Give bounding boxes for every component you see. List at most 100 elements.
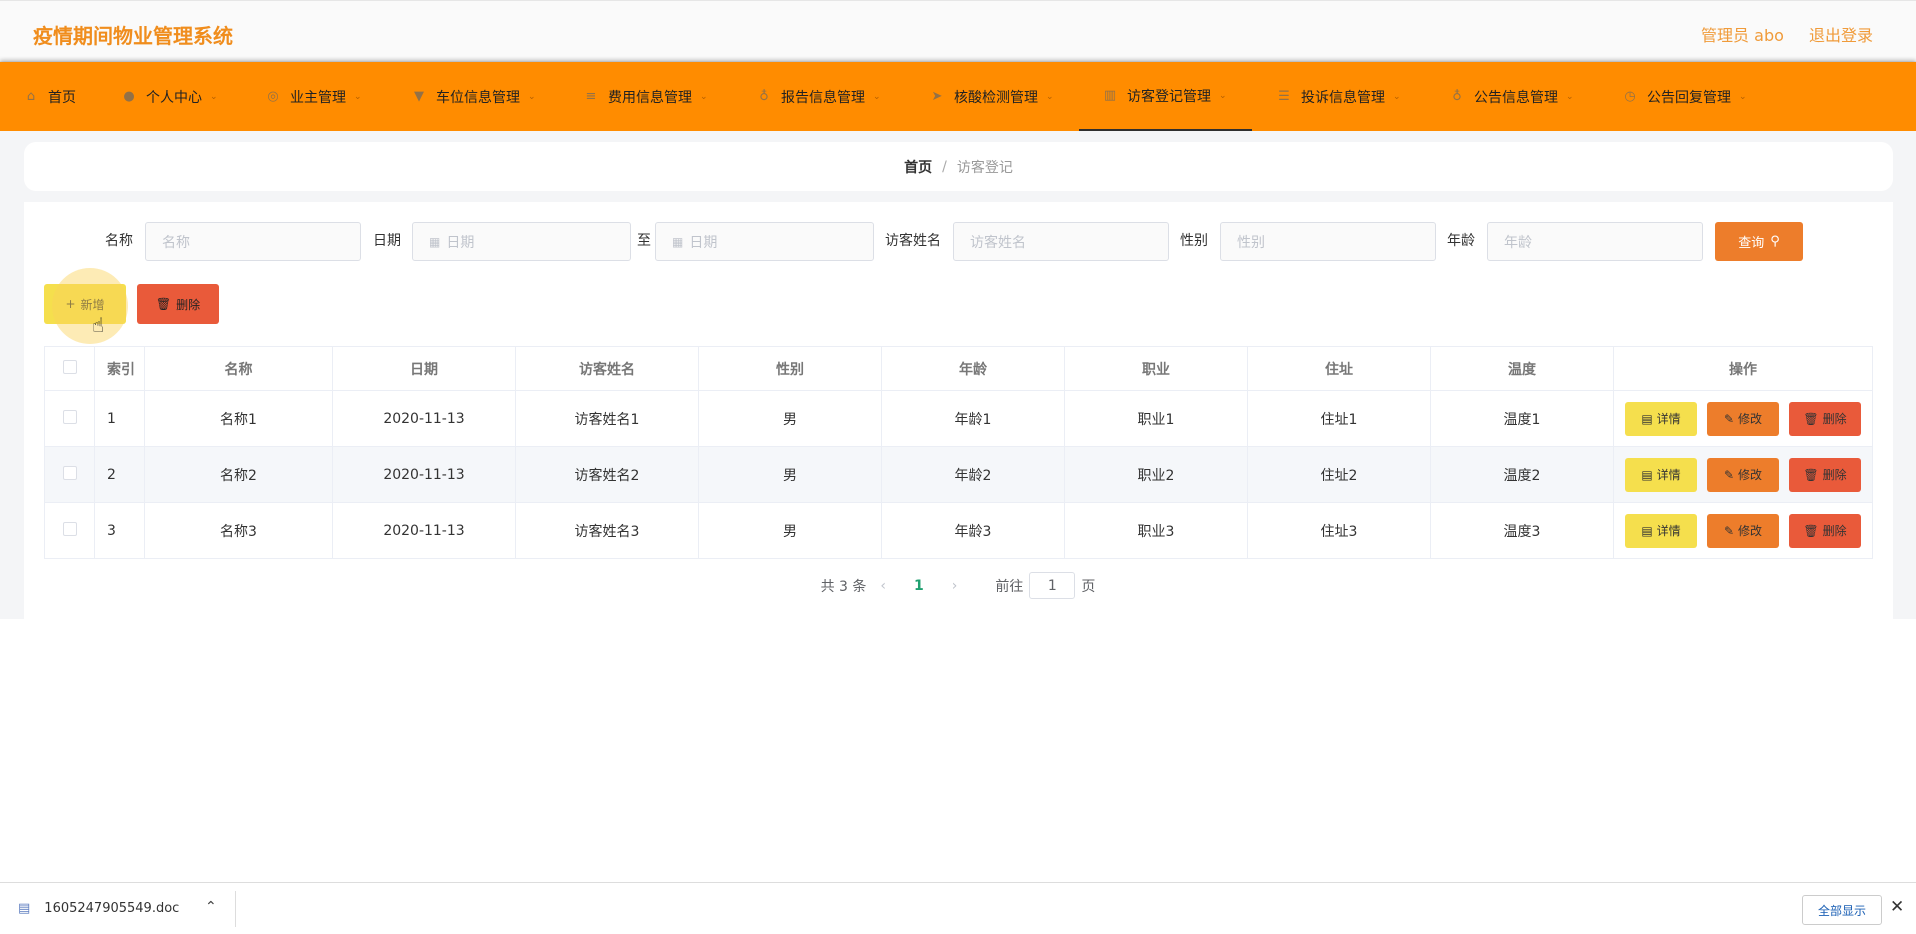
query-button[interactable]: 查询 ⚲ bbox=[1715, 222, 1803, 261]
nav-label: 费用信息管理 bbox=[608, 89, 692, 106]
trash-icon: 🗑 bbox=[1803, 467, 1819, 482]
visitor-input[interactable]: 访客姓名 bbox=[953, 222, 1169, 261]
logout-link[interactable]: 退出登录 bbox=[1809, 26, 1873, 45]
name-input[interactable]: 名称 bbox=[145, 222, 361, 261]
cell: 住址3 bbox=[1247, 502, 1431, 559]
detail-button[interactable]: ▤ 详情 bbox=[1625, 457, 1697, 492]
cell: 年龄3 bbox=[881, 502, 1065, 559]
visitor-placeholder: 访客姓名 bbox=[970, 234, 1026, 251]
app-title: 疫情期间物业管理系统 bbox=[33, 24, 233, 48]
prev-page-icon[interactable]: ‹ bbox=[880, 578, 886, 594]
close-icon[interactable]: ✕ bbox=[1890, 897, 1904, 917]
clock-icon: ◷ bbox=[1624, 89, 1636, 104]
cell: 职业1 bbox=[1064, 390, 1248, 447]
detail-label: 详情 bbox=[1656, 524, 1681, 538]
nav-label: 个人中心 bbox=[146, 89, 202, 106]
cell: 温度3 bbox=[1430, 502, 1614, 559]
row-checkbox[interactable] bbox=[62, 521, 77, 536]
cell: 访客姓名2 bbox=[515, 446, 699, 503]
nav-label: 业主管理 bbox=[290, 89, 346, 106]
chevron-down-icon: ⌄ bbox=[700, 91, 708, 102]
nav-item-notices[interactable]: ♁ 公告信息管理 ⌄ bbox=[1450, 62, 1573, 131]
menu-icon: ≡ bbox=[585, 89, 597, 104]
detail-button[interactable]: ▤ 详情 bbox=[1625, 401, 1697, 436]
nav-item-visitors[interactable]: ▥ 访客登记管理 ⌄ bbox=[1079, 62, 1252, 131]
select-all-checkbox[interactable] bbox=[62, 359, 77, 374]
bulk-delete-button[interactable]: 🗑 删除 bbox=[137, 284, 219, 324]
edit-button[interactable]: ✎ 修改 bbox=[1707, 401, 1779, 436]
download-bar: ▤ 1605247905549.doc ⌃ 全部显示 ✕ bbox=[0, 882, 1916, 934]
col-header: 索引 bbox=[94, 346, 145, 391]
cell: 名称2 bbox=[144, 446, 333, 503]
nav-item-home[interactable]: ⌂ 首页 bbox=[24, 62, 76, 131]
ops-cell: ▤ 详情 ✎ 修改 🗑 删除 bbox=[1613, 390, 1873, 447]
cell: 年龄1 bbox=[881, 390, 1065, 447]
breadcrumb-current: 访客登记 bbox=[956, 159, 1013, 176]
admin-label: 管理员 abo bbox=[1701, 26, 1784, 45]
detail-label: 详情 bbox=[1656, 468, 1681, 482]
cell: 2020-11-13 bbox=[332, 446, 516, 503]
hand-cursor-icon: ☝ bbox=[92, 313, 105, 337]
page-unit-label: 页 bbox=[1081, 578, 1096, 595]
nav-item-fees[interactable]: ≡ 费用信息管理 ⌄ bbox=[584, 62, 708, 131]
row-checkbox[interactable] bbox=[62, 465, 77, 480]
download-item[interactable]: ▤ 1605247905549.doc bbox=[18, 901, 179, 916]
nav-label: 公告信息管理 bbox=[1474, 89, 1558, 106]
delete-button[interactable]: 🗑 删除 bbox=[1789, 457, 1861, 492]
trash-icon: 🗑 bbox=[1803, 411, 1819, 426]
cell: 访客姓名3 bbox=[515, 502, 699, 559]
pencil-icon: ✎ bbox=[1723, 523, 1735, 538]
row-select-cell bbox=[44, 446, 95, 503]
edit-label: 修改 bbox=[1738, 412, 1763, 426]
visitor-label: 访客姓名 bbox=[885, 233, 941, 249]
edit-label: 修改 bbox=[1738, 524, 1763, 538]
age-input[interactable]: 年龄 bbox=[1487, 222, 1703, 261]
click-ripple bbox=[52, 268, 128, 344]
query-label: 查询 bbox=[1738, 236, 1765, 251]
cell: 职业3 bbox=[1064, 502, 1248, 559]
nav-item-reports[interactable]: ♁ 报告信息管理 ⌄ bbox=[757, 62, 880, 131]
edit-button[interactable]: ✎ 修改 bbox=[1707, 457, 1779, 492]
nav-item-replies[interactable]: ◷ 公告回复管理 ⌄ bbox=[1623, 62, 1747, 131]
detail-button[interactable]: ▤ 详情 bbox=[1625, 513, 1697, 548]
row-checkbox[interactable] bbox=[62, 409, 77, 424]
cell: 温度2 bbox=[1430, 446, 1614, 503]
chevron-down-icon: ⌄ bbox=[1393, 91, 1401, 102]
date-to-input[interactable]: ▦ 日期 bbox=[655, 222, 874, 261]
next-page-icon[interactable]: › bbox=[952, 578, 958, 594]
nav-item-nucleic[interactable]: ➤ 核酸检测管理 ⌄ bbox=[930, 62, 1054, 131]
show-all-button[interactable]: 全部显示 bbox=[1802, 895, 1882, 925]
chevron-down-icon: ⌄ bbox=[354, 91, 362, 102]
nav-item-profile[interactable]: ● 个人中心 ⌄ bbox=[122, 62, 217, 131]
page-jump-input[interactable]: 1 bbox=[1029, 572, 1076, 599]
chevron-down-icon: ⌄ bbox=[1739, 91, 1747, 102]
chevron-down-icon: ⌄ bbox=[1219, 90, 1227, 101]
cell: 名称1 bbox=[144, 390, 333, 447]
nav-item-parking[interactable]: ▼ 车位信息管理 ⌄ bbox=[412, 62, 536, 131]
calendar-icon: ▦ bbox=[429, 234, 441, 249]
visitor-table: 索引 名称 日期 访客姓名 性别 年龄 职业 住址 温度 操作 1 名称1 20… bbox=[44, 346, 1873, 559]
cell: 2020-11-13 bbox=[332, 390, 516, 447]
gender-input[interactable]: 性别 bbox=[1220, 222, 1436, 261]
pencil-icon: ✎ bbox=[1723, 411, 1735, 426]
nav-label: 首页 bbox=[48, 89, 76, 106]
calendar-icon: ▦ bbox=[672, 234, 684, 249]
document-icon: ▤ bbox=[1641, 467, 1653, 482]
row-select-cell bbox=[44, 390, 95, 447]
nav-label: 公告回复管理 bbox=[1647, 89, 1731, 106]
delete-button[interactable]: 🗑 删除 bbox=[1789, 401, 1861, 436]
edit-button[interactable]: ✎ 修改 bbox=[1707, 513, 1779, 548]
col-header: 性别 bbox=[698, 346, 882, 391]
col-header: 住址 bbox=[1247, 346, 1431, 391]
delete-button[interactable]: 🗑 删除 bbox=[1789, 513, 1861, 548]
nav-item-owners[interactable]: ◎ 业主管理 ⌄ bbox=[266, 62, 362, 131]
nav-item-complaints[interactable]: ☰ 投诉信息管理 ⌄ bbox=[1277, 62, 1401, 131]
cell: 职业2 bbox=[1064, 446, 1248, 503]
page-number[interactable]: 1 bbox=[914, 578, 924, 594]
breadcrumb-home[interactable]: 首页 bbox=[904, 157, 932, 177]
trash-icon: 🗑 bbox=[1803, 523, 1819, 538]
chevron-up-icon[interactable]: ⌃ bbox=[205, 899, 217, 915]
cell: 男 bbox=[698, 446, 882, 503]
col-header: 日期 bbox=[332, 346, 516, 391]
date-from-input[interactable]: ▦ 日期 bbox=[412, 222, 631, 261]
